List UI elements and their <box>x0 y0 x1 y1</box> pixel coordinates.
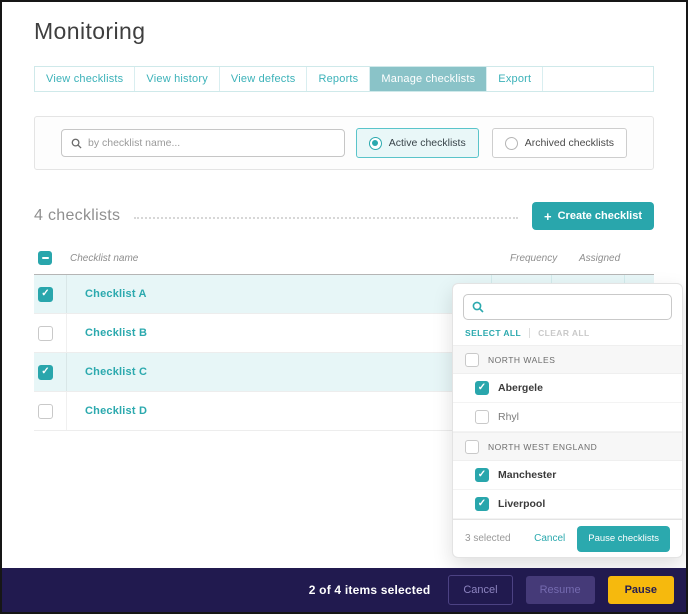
group-label: NORTH WEST ENGLAND <box>488 442 597 452</box>
select-all-link[interactable]: SELECT ALL <box>465 328 521 338</box>
search-input[interactable] <box>88 137 335 149</box>
popover-search-icon <box>472 301 484 313</box>
popover-actions: SELECT ALL CLEAR ALL <box>453 320 682 345</box>
popover-group-row[interactable]: NORTH WALES <box>453 345 682 374</box>
popover-search-input[interactable] <box>490 301 663 313</box>
dotted-divider <box>134 217 518 219</box>
popover-item-row[interactable]: Liverpool <box>453 490 682 519</box>
bottom-action-bar: 2 of 4 items selected Cancel Resume Paus… <box>2 568 686 612</box>
checklist-search-box[interactable] <box>61 129 345 157</box>
archived-checklists-label: Archived checklists <box>525 137 614 149</box>
popover-search-box[interactable] <box>463 294 672 320</box>
tab-bar: View checklistsView historyView defectsR… <box>34 66 654 92</box>
row-checkbox[interactable] <box>38 365 53 380</box>
resume-button[interactable]: Resume <box>526 576 595 604</box>
popover-list: NORTH WALES Abergele Rhyl NORTH WEST ENGLAN… <box>453 345 682 519</box>
group-checkbox[interactable] <box>465 440 479 454</box>
archived-checklists-radio[interactable]: Archived checklists <box>492 128 627 158</box>
page-title: Monitoring <box>34 18 654 45</box>
row-checkbox-cell <box>34 314 66 352</box>
item-label: Abergele <box>498 382 543 394</box>
list-header: 4 checklists Create checklist <box>34 202 654 230</box>
checklist-count: 4 checklists <box>34 207 120 225</box>
popover-item-row[interactable]: Abergele <box>453 374 682 403</box>
column-frequency: Frequency <box>510 253 557 264</box>
row-checkbox-cell <box>34 353 66 391</box>
popover-footer: 3 selected Cancel Pause checklists <box>453 519 682 557</box>
create-checklist-button[interactable]: Create checklist <box>532 202 654 230</box>
column-checklist-name: Checklist name <box>70 253 138 264</box>
row-name-cell: Checklist C <box>66 353 491 391</box>
actions-divider <box>529 328 530 338</box>
monitoring-page: Monitoring View checklistsView historyVi… <box>0 0 688 614</box>
popover-group-row[interactable]: NORTH WEST ENGLAND <box>453 432 682 461</box>
tab-manage-checklists[interactable]: Manage checklists <box>370 67 487 91</box>
popover-item-row[interactable]: Rhyl <box>453 403 682 432</box>
item-checkbox[interactable] <box>475 381 489 395</box>
create-checklist-label: Create checklist <box>558 210 642 222</box>
item-label: Liverpool <box>498 498 545 510</box>
radio-unselected-icon <box>505 137 518 150</box>
item-checkbox[interactable] <box>475 410 489 424</box>
tab-reports[interactable]: Reports <box>307 67 370 91</box>
row-name-cell: Checklist B <box>66 314 491 352</box>
checklist-link[interactable]: Checklist C <box>85 366 147 378</box>
plus-icon <box>544 209 552 224</box>
popover-item-row[interactable]: Manchester <box>453 461 682 490</box>
tab-view-history[interactable]: View history <box>135 67 220 91</box>
pause-checklists-button[interactable]: Pause checklists <box>577 526 670 552</box>
checklist-link[interactable]: Checklist A <box>85 288 147 300</box>
row-name-cell: Checklist D <box>66 392 491 430</box>
filter-panel: Active checklists Archived checklists <box>34 116 654 170</box>
row-name-cell: Checklist A <box>66 275 491 313</box>
checklist-link[interactable]: Checklist D <box>85 405 147 417</box>
item-checkbox[interactable] <box>475 468 489 482</box>
status-filter-group: Active checklists Archived checklists <box>356 128 627 158</box>
tab-export[interactable]: Export <box>487 67 543 91</box>
group-checkbox[interactable] <box>465 353 479 367</box>
row-checkbox[interactable] <box>38 287 53 302</box>
row-checkbox-cell <box>34 392 66 430</box>
clear-all-link[interactable]: CLEAR ALL <box>538 328 589 338</box>
table-header: Checklist name Frequency Assigned <box>34 248 654 268</box>
select-all-checkbox[interactable] <box>38 251 52 265</box>
tab-view-defects[interactable]: View defects <box>220 67 308 91</box>
checklist-link[interactable]: Checklist B <box>85 327 147 339</box>
active-checklists-radio[interactable]: Active checklists <box>356 128 479 158</box>
cancel-button[interactable]: Cancel <box>448 575 512 605</box>
active-checklists-label: Active checklists <box>389 137 466 149</box>
popover-cancel-link[interactable]: Cancel <box>534 533 565 544</box>
radio-selected-icon <box>369 137 382 150</box>
item-label: Rhyl <box>498 411 519 423</box>
search-icon <box>71 138 82 149</box>
row-checkbox[interactable] <box>38 326 53 341</box>
tab-view-checklists[interactable]: View checklists <box>35 67 135 91</box>
item-label: Manchester <box>498 469 556 481</box>
item-checkbox[interactable] <box>475 497 489 511</box>
selected-count: 3 selected <box>465 533 511 544</box>
pause-button[interactable]: Pause <box>608 576 674 604</box>
group-label: NORTH WALES <box>488 355 555 365</box>
row-checkbox-cell <box>34 275 66 313</box>
column-assigned: Assigned <box>579 253 620 264</box>
selection-status: 2 of 4 items selected <box>309 583 431 597</box>
pause-checklists-popover: SELECT ALL CLEAR ALL NORTH WALES Abergele… <box>452 283 683 558</box>
row-checkbox[interactable] <box>38 404 53 419</box>
